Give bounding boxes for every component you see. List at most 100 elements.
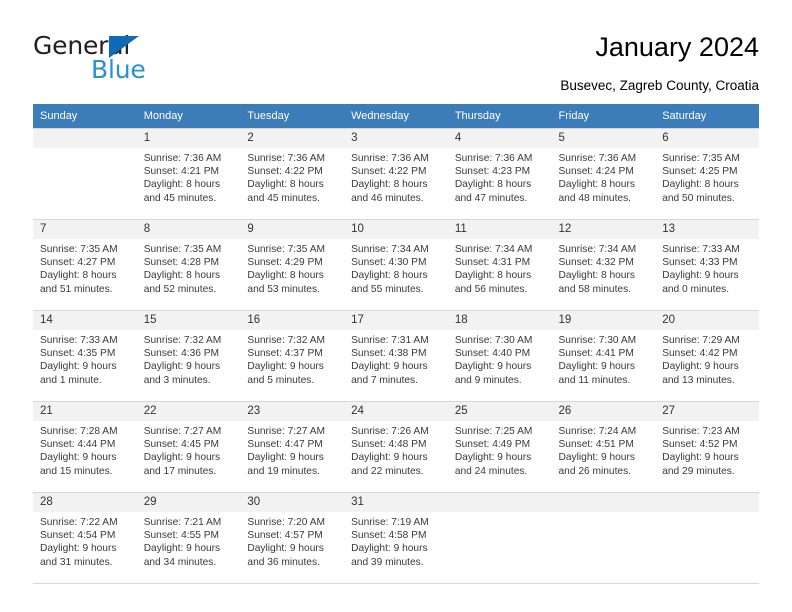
day-cell[interactable]: 17 Sunrise: 7:31 AM Sunset: 4:38 PM Dayl… (344, 310, 448, 402)
day-cell[interactable]: 18 Sunrise: 7:30 AM Sunset: 4:40 PM Dayl… (447, 310, 552, 402)
day-cell[interactable]: 5 Sunrise: 7:36 AM Sunset: 4:24 PM Dayli… (551, 128, 656, 220)
day-cell[interactable]: 8 Sunrise: 7:35 AM Sunset: 4:28 PM Dayli… (136, 219, 241, 311)
day-info: Sunrise: 7:27 AM Sunset: 4:45 PM Dayligh… (137, 421, 241, 478)
daylight-text-line2: and 7 minutes. (351, 374, 418, 386)
day-cell[interactable]: 28 Sunrise: 7:22 AM Sunset: 4:54 PM Dayl… (33, 492, 137, 584)
day-info: Sunrise: 7:25 AM Sunset: 4:49 PM Dayligh… (448, 421, 552, 478)
day-cell[interactable]: 20 Sunrise: 7:29 AM Sunset: 4:42 PM Dayl… (655, 310, 759, 402)
sunrise-text: Sunrise: 7:29 AM (662, 335, 740, 346)
day-cell[interactable]: 7 Sunrise: 7:35 AM Sunset: 4:27 PM Dayli… (33, 219, 137, 311)
daylight-text-line1: Daylight: 9 hours (143, 452, 221, 464)
daylight-text-line1: Daylight: 9 hours (351, 543, 428, 555)
day-info: Sunrise: 7:30 AM Sunset: 4:41 PM Dayligh… (552, 330, 656, 387)
day-cell[interactable]: 25 Sunrise: 7:25 AM Sunset: 4:49 PM Dayl… (447, 401, 552, 493)
day-cell[interactable]: 15 Sunrise: 7:32 AM Sunset: 4:36 PM Dayl… (136, 310, 241, 402)
day-cell[interactable]: 16 Sunrise: 7:32 AM Sunset: 4:37 PM Dayl… (240, 310, 345, 402)
daylight-text-line2: and 26 minutes. (558, 465, 632, 477)
day-cell[interactable]: 4 Sunrise: 7:36 AM Sunset: 4:23 PM Dayli… (447, 128, 552, 220)
daylight-text-line1: Daylight: 8 hours (662, 179, 739, 191)
day-number (447, 493, 552, 512)
day-info: Sunrise: 7:33 AM Sunset: 4:33 PM Dayligh… (655, 239, 759, 296)
daylight-text-line2: and 22 minutes. (351, 465, 424, 477)
sunset-text: Sunset: 4:40 PM (454, 348, 531, 360)
day-cell[interactable]: 14 Sunrise: 7:33 AM Sunset: 4:35 PM Dayl… (33, 310, 137, 402)
sunset-text: Sunset: 4:22 PM (247, 166, 323, 178)
sunset-text: Sunset: 4:37 PM (247, 348, 323, 360)
daylight-text-line1: Daylight: 9 hours (558, 361, 635, 373)
day-cell[interactable]: 2 Sunrise: 7:36 AM Sunset: 4:22 PM Dayli… (240, 128, 345, 220)
sunrise-text: Sunrise: 7:35 AM (662, 153, 740, 164)
day-number: 17 (344, 311, 448, 330)
daylight-text-line2: and 17 minutes. (143, 465, 217, 477)
day-info: Sunrise: 7:34 AM Sunset: 4:30 PM Dayligh… (344, 239, 448, 296)
day-number: 19 (551, 311, 656, 330)
daylight-text-line2: and 34 minutes. (143, 556, 217, 568)
day-info: Sunrise: 7:34 AM Sunset: 4:31 PM Dayligh… (448, 239, 552, 296)
daylight-text-line2: and 9 minutes. (454, 374, 522, 386)
daylight-text-line1: Daylight: 9 hours (247, 361, 324, 373)
day-number: 15 (136, 311, 241, 330)
sunset-text: Sunset: 4:21 PM (143, 166, 220, 178)
day-cell[interactable]: 24 Sunrise: 7:26 AM Sunset: 4:48 PM Dayl… (344, 401, 448, 493)
day-info: Sunrise: 7:36 AM Sunset: 4:22 PM Dayligh… (344, 148, 448, 205)
day-cell[interactable]: 3 Sunrise: 7:36 AM Sunset: 4:22 PM Dayli… (344, 128, 448, 220)
day-info: Sunrise: 7:29 AM Sunset: 4:42 PM Dayligh… (655, 330, 759, 387)
day-info: Sunrise: 7:35 AM Sunset: 4:29 PM Dayligh… (240, 239, 344, 296)
day-cell[interactable]: 11 Sunrise: 7:34 AM Sunset: 4:31 PM Dayl… (447, 219, 552, 311)
day-cell[interactable]: 26 Sunrise: 7:24 AM Sunset: 4:51 PM Dayl… (551, 401, 656, 493)
daylight-text-line2: and 39 minutes. (351, 556, 424, 568)
sunrise-text: Sunrise: 7:21 AM (143, 517, 222, 528)
sunrise-text: Sunrise: 7:25 AM (454, 426, 533, 437)
day-cell[interactable]: 29 Sunrise: 7:21 AM Sunset: 4:55 PM Dayl… (136, 492, 241, 584)
daylight-text-line1: Daylight: 9 hours (454, 452, 532, 464)
calendar-body: 1 Sunrise: 7:36 AM Sunset: 4:21 PM Dayli… (33, 128, 759, 584)
daylight-text-line2: and 36 minutes. (247, 556, 320, 568)
daylight-text-line1: Daylight: 8 hours (454, 179, 532, 191)
page-subtitle: Busevec, Zagreb County, Croatia (560, 78, 759, 93)
daylight-text-line2: and 46 minutes. (351, 192, 424, 204)
day-cell[interactable]: 13 Sunrise: 7:33 AM Sunset: 4:33 PM Dayl… (655, 219, 759, 311)
day-cell[interactable]: 19 Sunrise: 7:30 AM Sunset: 4:41 PM Dayl… (551, 310, 656, 402)
sunset-text: Sunset: 4:33 PM (662, 257, 738, 269)
day-number: 26 (551, 402, 656, 421)
day-cell[interactable]: 31 Sunrise: 7:19 AM Sunset: 4:58 PM Dayl… (344, 492, 448, 584)
sunrise-text: Sunrise: 7:36 AM (143, 153, 222, 164)
sunrise-sunset-calendar: Sunday Monday Tuesday Wednesday Thursday… (33, 104, 759, 584)
day-cell[interactable]: 12 Sunrise: 7:34 AM Sunset: 4:32 PM Dayl… (551, 219, 656, 311)
daylight-text-line2: and 13 minutes. (662, 374, 735, 386)
daylight-text-line2: and 15 minutes. (40, 465, 113, 477)
day-number: 13 (655, 220, 759, 239)
sunset-text: Sunset: 4:57 PM (247, 530, 323, 542)
day-number: 18 (447, 311, 552, 330)
day-cell[interactable]: 9 Sunrise: 7:35 AM Sunset: 4:29 PM Dayli… (240, 219, 345, 311)
day-cell[interactable]: 6 Sunrise: 7:35 AM Sunset: 4:25 PM Dayli… (655, 128, 759, 220)
day-number: 21 (33, 402, 137, 421)
day-number (551, 493, 656, 512)
day-cell[interactable]: 30 Sunrise: 7:20 AM Sunset: 4:57 PM Dayl… (240, 492, 345, 584)
sunset-text: Sunset: 4:27 PM (40, 257, 116, 269)
sunset-text: Sunset: 4:36 PM (143, 348, 220, 360)
sunrise-text: Sunrise: 7:26 AM (351, 426, 429, 437)
calendar-page: General Blue January 2024 Busevec, Zagre… (0, 0, 792, 612)
daylight-text-line1: Daylight: 8 hours (558, 270, 635, 282)
day-cell[interactable]: 10 Sunrise: 7:34 AM Sunset: 4:30 PM Dayl… (344, 219, 448, 311)
sunrise-text: Sunrise: 7:31 AM (351, 335, 429, 346)
sunrise-text: Sunrise: 7:36 AM (454, 153, 533, 164)
daylight-text-line2: and 0 minutes. (662, 283, 730, 295)
daylight-text-line1: Daylight: 8 hours (558, 179, 635, 191)
day-cell[interactable]: 1 Sunrise: 7:36 AM Sunset: 4:21 PM Dayli… (136, 128, 241, 220)
day-cell[interactable]: 23 Sunrise: 7:27 AM Sunset: 4:47 PM Dayl… (240, 401, 345, 493)
daylight-text-line1: Daylight: 8 hours (247, 179, 324, 191)
day-cell[interactable]: 21 Sunrise: 7:28 AM Sunset: 4:44 PM Dayl… (33, 401, 137, 493)
daylight-text-line1: Daylight: 9 hours (143, 361, 221, 373)
day-info: Sunrise: 7:20 AM Sunset: 4:57 PM Dayligh… (240, 512, 344, 569)
day-cell-empty (551, 492, 656, 584)
day-cell[interactable]: 22 Sunrise: 7:27 AM Sunset: 4:45 PM Dayl… (136, 401, 241, 493)
day-cell[interactable] (33, 128, 137, 220)
sunset-text: Sunset: 4:52 PM (662, 439, 738, 451)
daylight-text-line2: and 50 minutes. (662, 192, 735, 204)
sunrise-text: Sunrise: 7:32 AM (247, 335, 325, 346)
day-number: 22 (136, 402, 241, 421)
daylight-text-line2: and 19 minutes. (247, 465, 320, 477)
day-cell[interactable]: 27 Sunrise: 7:23 AM Sunset: 4:52 PM Dayl… (655, 401, 759, 493)
